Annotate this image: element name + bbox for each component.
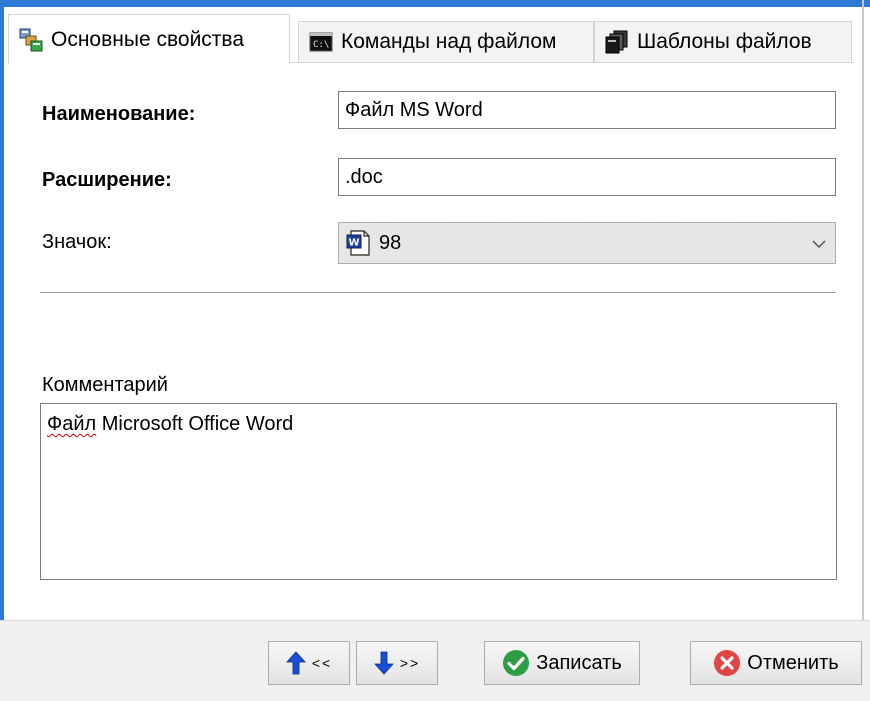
cancel-label: Отменить — [747, 651, 839, 674]
svg-text:W: W — [349, 238, 360, 249]
comment-label: Комментарий — [42, 374, 168, 396]
icon-select-value: 98 — [379, 231, 402, 254]
arrow-up-icon — [285, 651, 306, 675]
extension-label: Расширение: — [42, 169, 172, 191]
comment-textarea[interactable]: Файл Microsoft Office Word — [40, 403, 837, 580]
window-top-border — [0, 0, 870, 7]
tab-strip: Основные свойства C:\ Команды над файлом — [8, 14, 854, 64]
tab-label: Команды над файлом — [341, 30, 557, 53]
icon-label: Значок: — [42, 231, 112, 253]
tab-label: Шаблоны файлов — [637, 30, 812, 53]
svg-text:C:\: C:\ — [313, 40, 329, 50]
arrow-down-icon — [373, 651, 394, 675]
icon-select[interactable]: W 98 — [338, 222, 836, 264]
file-templates-icon — [605, 30, 629, 54]
tab-file-commands[interactable]: C:\ Команды над файлом — [298, 21, 594, 62]
word-doc-icon: W — [345, 229, 373, 257]
tab-basic-properties[interactable]: Основные свойства — [8, 14, 290, 64]
close-icon — [713, 649, 741, 677]
previous-label: << — [311, 655, 333, 671]
window-left-border — [0, 0, 4, 620]
window-right-border — [862, 0, 864, 620]
previous-button[interactable]: << — [268, 641, 350, 685]
file-type-window: Основные свойства C:\ Команды над файлом — [0, 0, 870, 701]
chevron-down-icon[interactable] — [811, 235, 827, 251]
tab-label: Основные свойства — [51, 27, 245, 51]
button-bar: << >> Записать Отменить — [0, 620, 870, 701]
next-button[interactable]: >> — [356, 641, 438, 685]
tab-file-templates[interactable]: Шаблоны файлов — [594, 21, 852, 62]
save-button[interactable]: Записать — [484, 641, 640, 685]
check-icon — [502, 649, 530, 677]
comment-text: Microsoft Office Word — [96, 413, 294, 435]
extension-field[interactable]: .doc — [338, 158, 836, 196]
name-field[interactable]: Файл MS Word — [338, 91, 836, 129]
save-label: Записать — [536, 651, 622, 674]
name-label: Наименование: — [42, 103, 196, 125]
console-icon: C:\ — [309, 30, 333, 54]
next-label: >> — [399, 655, 421, 671]
cancel-button[interactable]: Отменить — [690, 641, 862, 685]
properties-icon — [19, 28, 43, 52]
misspelled-word: Файл — [47, 413, 97, 435]
section-divider — [40, 292, 836, 293]
